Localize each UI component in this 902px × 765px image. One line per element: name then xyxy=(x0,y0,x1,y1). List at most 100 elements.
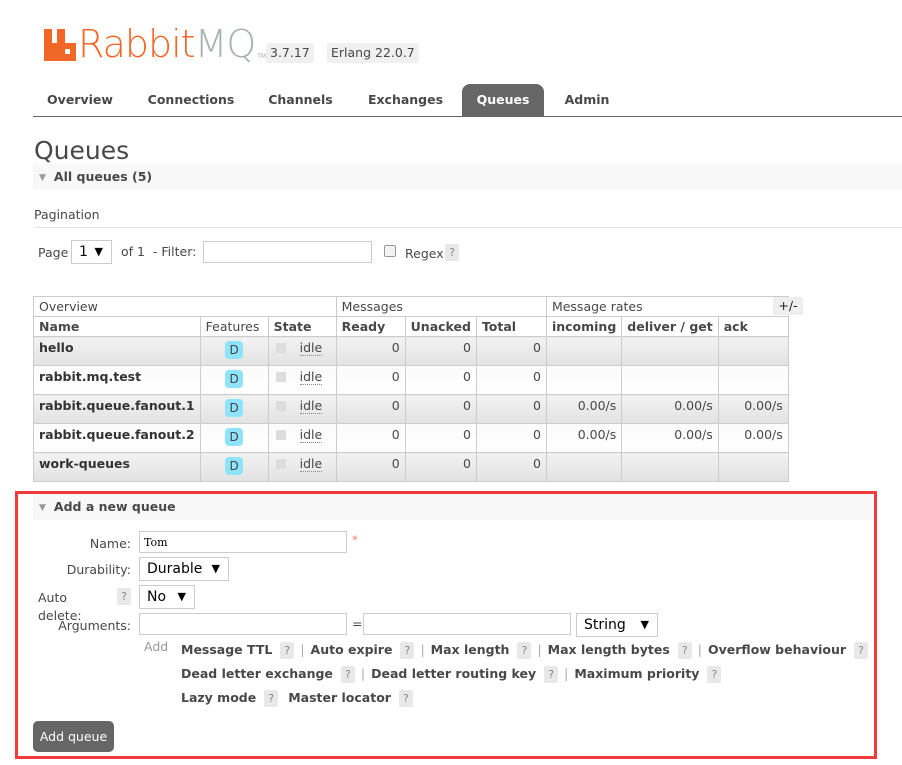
state-indicator-icon xyxy=(275,372,286,382)
tab-exchanges[interactable]: Exchanges xyxy=(358,84,453,116)
columns-toggle-button[interactable]: +/- xyxy=(773,297,803,315)
column-header-incoming[interactable]: incoming xyxy=(545,316,623,337)
durable-feature-badge: D xyxy=(225,457,244,475)
erlang-version-badge: Erlang 22.0.7 xyxy=(327,43,419,63)
deliver-get-rate xyxy=(621,336,719,366)
queue-name-link[interactable]: rabbit.mq.test xyxy=(33,365,201,395)
unacked-count: 0 xyxy=(404,452,477,482)
durable-feature-badge: D xyxy=(225,399,244,417)
add-argument-label: Add xyxy=(144,639,169,654)
ack-rate xyxy=(717,336,789,366)
master-locator-help-icon[interactable]: ? xyxy=(398,690,413,707)
argument-shortcut-max-length-bytes[interactable]: Max length bytes xyxy=(548,642,670,657)
main-nav-tabs: Overview Connections Channels Exchanges … xyxy=(33,84,902,117)
state-indicator-icon xyxy=(275,459,286,469)
column-header-unacked[interactable]: Unacked xyxy=(404,316,477,337)
state-cell: idle xyxy=(267,423,337,453)
auto-delete-select[interactable]: No ▼ xyxy=(139,585,195,609)
argument-shortcut-max-length[interactable]: Max length xyxy=(431,642,510,657)
all-queues-section-toggle[interactable]: ▼ All queues (5) xyxy=(33,164,902,190)
state-indicator-icon xyxy=(275,343,286,353)
ready-count: 0 xyxy=(335,336,406,366)
durability-select[interactable]: Durable ▼ xyxy=(139,557,229,581)
logo-text-rabbit: Rabbit xyxy=(78,22,196,66)
add-queue-button[interactable]: Add queue xyxy=(33,721,114,752)
column-header-state[interactable]: State xyxy=(267,316,337,337)
tab-channels[interactable]: Channels xyxy=(258,84,343,116)
argument-key-input[interactable] xyxy=(139,613,347,635)
argument-shortcut-lazy-mode[interactable]: Lazy mode xyxy=(181,690,256,705)
tab-connections[interactable]: Connections xyxy=(138,84,244,116)
features-cell: D xyxy=(199,365,269,395)
dead-letter-exchange-help-icon[interactable]: ? xyxy=(340,666,355,683)
ack-rate: 0.00/s xyxy=(717,394,789,424)
tab-admin[interactable]: Admin xyxy=(557,84,617,116)
all-queues-label: All queues (5) xyxy=(53,169,153,184)
incoming-rate xyxy=(545,452,623,482)
overflow-behaviour-help-icon[interactable]: ? xyxy=(854,642,869,659)
regex-help-icon[interactable]: ? xyxy=(445,244,459,261)
argument-type-select[interactable]: String ▼ xyxy=(576,613,658,637)
unacked-count: 0 xyxy=(404,336,477,366)
column-header-ack[interactable]: ack xyxy=(717,316,789,337)
separator: | xyxy=(420,642,425,657)
features-cell: D xyxy=(199,394,269,424)
state-cell: idle xyxy=(267,365,337,395)
separator: | xyxy=(564,666,569,681)
message-ttl-help-icon[interactable]: ? xyxy=(280,642,295,659)
total-count: 0 xyxy=(475,365,547,395)
argument-shortcut-auto-expire[interactable]: Auto expire xyxy=(311,642,393,657)
argument-shortcut-master-locator[interactable]: Master locator xyxy=(288,690,391,705)
tab-queues[interactable]: Queues xyxy=(462,84,544,116)
argument-shortcut-maximum-priority[interactable]: Maximum priority xyxy=(574,666,699,681)
argument-shortcuts-line: Message TTL? | Auto expire? | Max length? | Ma… xyxy=(181,641,869,659)
add-queue-section-label: Add a new queue xyxy=(53,499,176,514)
durable-feature-badge: D xyxy=(225,370,244,388)
filter-input[interactable] xyxy=(203,241,372,263)
argument-shortcut-dead-letter-routing-key[interactable]: Dead letter routing key xyxy=(371,666,536,681)
argument-shortcut-message-ttl[interactable]: Message TTL xyxy=(181,642,272,657)
argument-shortcut-overflow-behaviour[interactable]: Overflow behaviour xyxy=(708,642,846,657)
argument-value-input[interactable] xyxy=(363,613,571,635)
queue-name-link[interactable]: work-queues xyxy=(33,452,201,482)
state-text: idle xyxy=(299,427,323,443)
max-length-help-icon[interactable]: ? xyxy=(517,642,532,659)
max-length-bytes-help-icon[interactable]: ? xyxy=(677,642,692,659)
column-header-ready[interactable]: Ready xyxy=(335,316,406,337)
auto-expire-help-icon[interactable]: ? xyxy=(400,642,415,659)
queue-name-input[interactable] xyxy=(139,531,347,553)
durable-feature-badge: D xyxy=(225,428,244,446)
state-cell: idle xyxy=(267,336,337,366)
incoming-rate xyxy=(545,336,623,366)
maximum-priority-help-icon[interactable]: ? xyxy=(707,666,722,683)
ready-count: 0 xyxy=(335,452,406,482)
column-header-name[interactable]: Name xyxy=(33,316,201,337)
deliver-get-rate: 0.00/s xyxy=(621,394,719,424)
queue-name-link[interactable]: rabbit.queue.fanout.2 xyxy=(33,423,201,453)
dead-letter-routing-key-help-icon[interactable]: ? xyxy=(544,666,559,683)
incoming-rate xyxy=(545,365,623,395)
queue-row: hello Didle 0 0 0 xyxy=(33,336,789,366)
deliver-get-rate xyxy=(621,365,719,395)
separator: | xyxy=(697,642,703,657)
queues-table: Overview Messages Message rates Name Fea… xyxy=(33,296,789,482)
queue-name-link[interactable]: hello xyxy=(33,336,201,366)
unacked-count: 0 xyxy=(404,365,477,395)
add-queue-section-toggle[interactable]: ▼ Add a new queue xyxy=(33,494,873,520)
logo-text-mq: MQ xyxy=(194,22,257,66)
column-header-deliver-get[interactable]: deliver / get xyxy=(621,316,719,337)
durability-select-value: Durable xyxy=(147,561,203,577)
page-select[interactable]: 1 ▼ xyxy=(71,240,112,264)
queue-name-link[interactable]: rabbit.queue.fanout.1 xyxy=(33,394,201,424)
features-cell: D xyxy=(199,423,269,453)
argument-shortcut-dead-letter-exchange[interactable]: Dead letter exchange xyxy=(181,666,333,681)
page-select-value: 1 xyxy=(79,244,88,260)
lazy-mode-help-icon[interactable]: ? xyxy=(264,690,279,707)
separator: | xyxy=(300,642,305,657)
tab-overview[interactable]: Overview xyxy=(39,84,121,116)
equals-sign: = xyxy=(352,616,363,631)
regex-checkbox[interactable] xyxy=(384,245,396,257)
auto-delete-help-icon[interactable]: ? xyxy=(117,588,131,605)
separator: | xyxy=(537,642,542,657)
column-header-total[interactable]: Total xyxy=(475,316,547,337)
